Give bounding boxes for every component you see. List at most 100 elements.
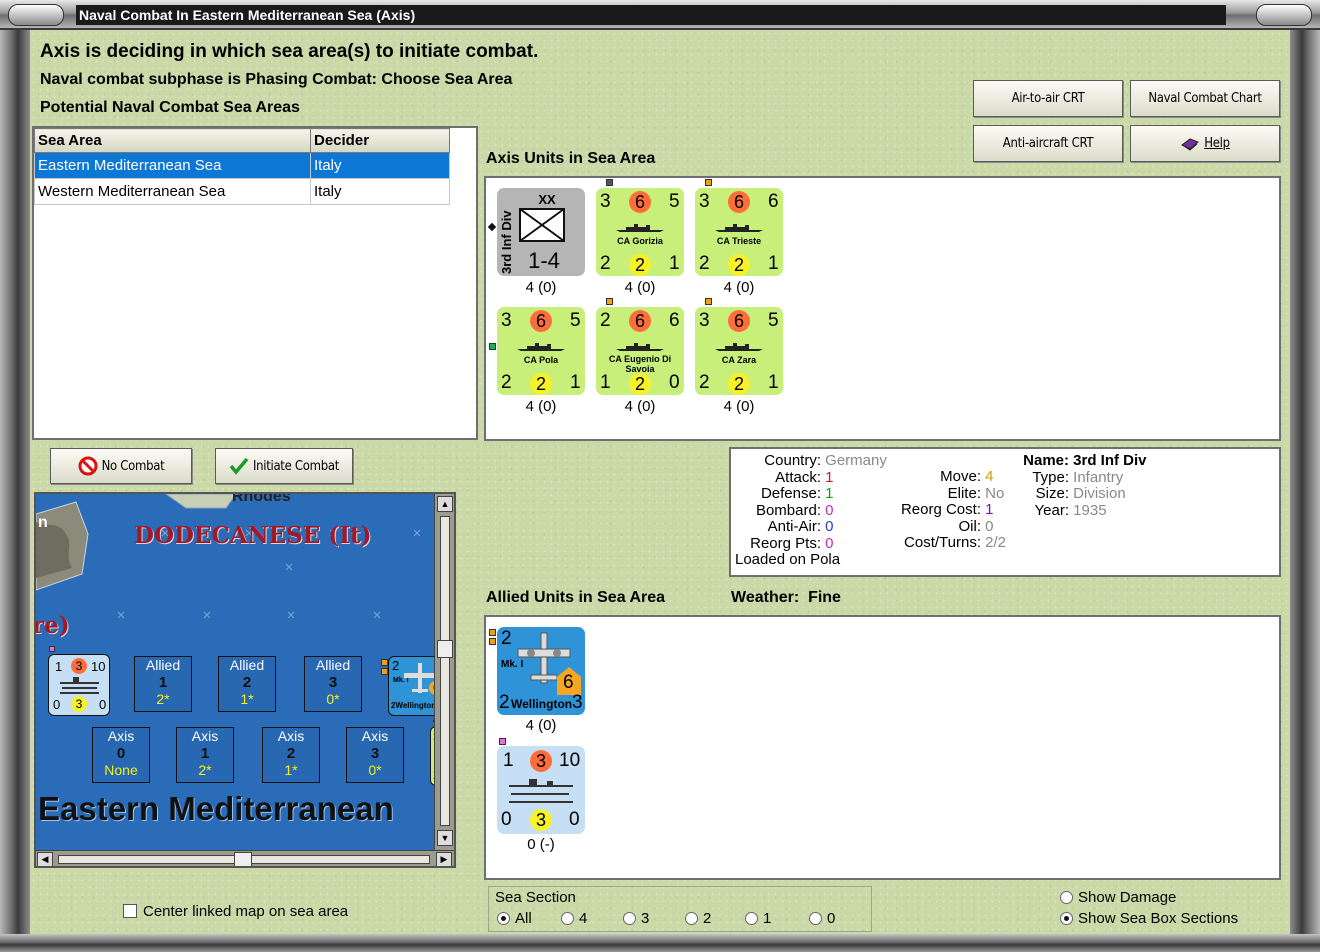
show-damage-option[interactable]: Show Damage — [1060, 889, 1176, 906]
sea-section-option[interactable]: 0 — [809, 910, 835, 927]
marker-dot — [381, 659, 388, 666]
frame-left — [0, 30, 30, 936]
scroll-right-arrow-icon[interactable]: ▶ — [436, 852, 452, 866]
sea-box-axis[interactable]: Axis 2 1* — [262, 727, 320, 783]
antiair-key: Anti-Air: — [767, 518, 821, 535]
ship-e: 3 — [530, 809, 552, 831]
ship-f: 0 — [669, 372, 680, 393]
map-allied-ship-counter[interactable]: 1 3 10 0 3 0 — [48, 654, 110, 716]
ship-e: 2 — [728, 254, 750, 276]
sea-section-option[interactable]: 4 — [561, 910, 587, 927]
ship-a: 3 — [501, 310, 512, 331]
sea-section-option[interactable]: 2 — [685, 910, 711, 927]
ship-b: 6 — [728, 310, 750, 332]
air-to-air-crt-button[interactable]: Air-to-air CRT — [973, 80, 1123, 117]
sea-box-axis[interactable]: Axis 1 2* — [176, 727, 234, 783]
unit-strength: 0 (-) — [527, 836, 555, 853]
col-decider[interactable]: Decider — [310, 128, 450, 153]
initiate-combat-label: Initiate Combat — [253, 458, 339, 474]
center-map-checkbox-row[interactable]: Center linked map on sea area — [123, 903, 348, 920]
marker-dot — [49, 646, 55, 652]
unit-counter-ship[interactable]: 3 6 5 CA Gorizia 2 2 1 — [596, 188, 684, 276]
ship-hull-icon — [509, 779, 573, 803]
sea-area-map[interactable]: Rhodes n DODECANESE (It) re) 1 3 10 0 3 … — [34, 492, 456, 868]
sea-section-label: Sea Section — [495, 889, 576, 906]
ship-name: CA Pola — [523, 355, 559, 365]
map-horizontal-scrollbar[interactable]: ◀ ▶ — [36, 850, 454, 866]
no-combat-button[interactable]: No Combat — [50, 448, 192, 484]
center-map-checkbox[interactable] — [123, 904, 137, 918]
h-scroll-thumb[interactable] — [234, 852, 252, 866]
mini-ship-a: 1 — [55, 659, 63, 674]
mini-ship-d: 0 — [53, 697, 61, 712]
display-options-group: Show Damage Show Sea Box Sections — [1058, 886, 1284, 932]
ship-d: 0 — [501, 809, 512, 830]
naval-combat-chart-button[interactable]: Naval Combat Chart — [1130, 80, 1280, 117]
loaded-on-text: Loaded on Pola — [735, 551, 841, 568]
unit-counter-ship[interactable]: 3 6 6 CA Trieste 2 2 1 — [695, 188, 783, 276]
ship-name: CA Eugenio Di Savoia — [608, 354, 672, 374]
ship-d: 1 — [600, 372, 611, 393]
unit-counter-ship[interactable]: 3 6 5 CA Pola 2 2 1 — [497, 307, 585, 395]
sea-section-option[interactable]: 3 — [623, 910, 649, 927]
map-vertical-scrollbar[interactable]: ▲ ▼ — [434, 494, 454, 850]
show-sections-radio[interactable] — [1060, 912, 1073, 925]
unit-strength: 4 (0) — [525, 279, 557, 296]
cruiser-silhouette-icon — [715, 224, 763, 232]
no-combat-label: No Combat — [101, 458, 165, 474]
scroll-down-arrow-icon[interactable]: ▼ — [437, 830, 453, 846]
sea-section-radio[interactable] — [497, 912, 510, 925]
window-controls-icon[interactable] — [1256, 4, 1312, 26]
sea-box-value: 2* — [198, 762, 212, 778]
oil-value: 0 — [985, 517, 994, 535]
scroll-track[interactable] — [440, 516, 450, 826]
cost-turns-value: 2/2 — [985, 534, 1007, 551]
defense-value: 1 — [825, 485, 834, 502]
system-menu-icon[interactable] — [8, 4, 64, 26]
show-sections-option[interactable]: Show Sea Box Sections — [1060, 910, 1238, 927]
scroll-thumb[interactable] — [437, 640, 453, 658]
table-row[interactable]: Western Mediterranean Sea Italy — [34, 178, 450, 205]
initiate-combat-button[interactable]: Initiate Combat — [215, 448, 353, 484]
scroll-up-arrow-icon[interactable]: ▲ — [437, 496, 453, 512]
unit-strength: 4 (0) — [624, 279, 656, 296]
plane-left: 2 — [499, 692, 510, 713]
sea-box-value: 0* — [326, 691, 340, 707]
mini-ship-f: 0 — [99, 697, 107, 712]
sea-section-radio[interactable] — [745, 912, 758, 925]
sea-box-number: 1 — [158, 674, 168, 691]
unit-counter-ship[interactable]: 2 6 6 CA Eugenio Di Savoia 1 2 0 — [596, 307, 684, 395]
subphase-text: Naval combat subphase is Phasing Combat:… — [40, 71, 513, 88]
unit-counter-3rd-inf-div[interactable]: 3rd Inf Div XX 1-4 — [497, 188, 585, 276]
sea-section-option-label: 1 — [763, 910, 772, 927]
help-button[interactable]: Help — [1130, 125, 1280, 162]
sea-box-allied[interactable]: Allied 2 1* — [218, 656, 276, 712]
sea-section-option[interactable]: 1 — [745, 910, 771, 927]
sea-section-radio[interactable] — [623, 912, 636, 925]
sea-section-radio[interactable] — [685, 912, 698, 925]
unit-counter-wellington[interactable]: 2 Mk. I 6 2 Wellington 3 — [497, 627, 585, 715]
oil-key: Oil: — [958, 517, 982, 535]
unit-counter-allied-ship[interactable]: 1 3 10 0 3 0 — [497, 746, 585, 834]
anti-aircraft-crt-button[interactable]: Anti-aircraft CRT — [973, 125, 1123, 162]
sea-box-axis[interactable]: Axis 0 None — [92, 727, 150, 783]
show-damage-radio[interactable] — [1060, 891, 1073, 904]
marker-dot — [489, 629, 496, 636]
sea-box-allied[interactable]: Allied 3 0* — [304, 656, 362, 712]
marker-dot — [489, 343, 496, 350]
sea-section-option[interactable]: All — [497, 910, 532, 927]
ship-f: 0 — [569, 809, 580, 830]
sea-section-radio[interactable] — [809, 912, 822, 925]
bombard-value: 0 — [825, 501, 834, 519]
ship-b: 6 — [530, 310, 552, 332]
sea-section-radio[interactable] — [561, 912, 574, 925]
elite-key: Elite: — [947, 484, 981, 502]
col-sea-area[interactable]: Sea Area — [34, 128, 311, 153]
sea-areas-panel: Sea Area Decider Eastern Mediterranean S… — [32, 126, 478, 440]
table-row[interactable]: Eastern Mediterranean Sea Italy — [34, 152, 450, 179]
sea-box-axis[interactable]: Axis 3 0* — [346, 727, 404, 783]
sea-box-allied[interactable]: Allied 1 2* — [134, 656, 192, 712]
combat-value: 1-4 — [528, 248, 560, 273]
unit-counter-ship[interactable]: 3 6 5 CA Zara 2 2 1 — [695, 307, 783, 395]
scroll-left-arrow-icon[interactable]: ◀ — [37, 852, 53, 866]
